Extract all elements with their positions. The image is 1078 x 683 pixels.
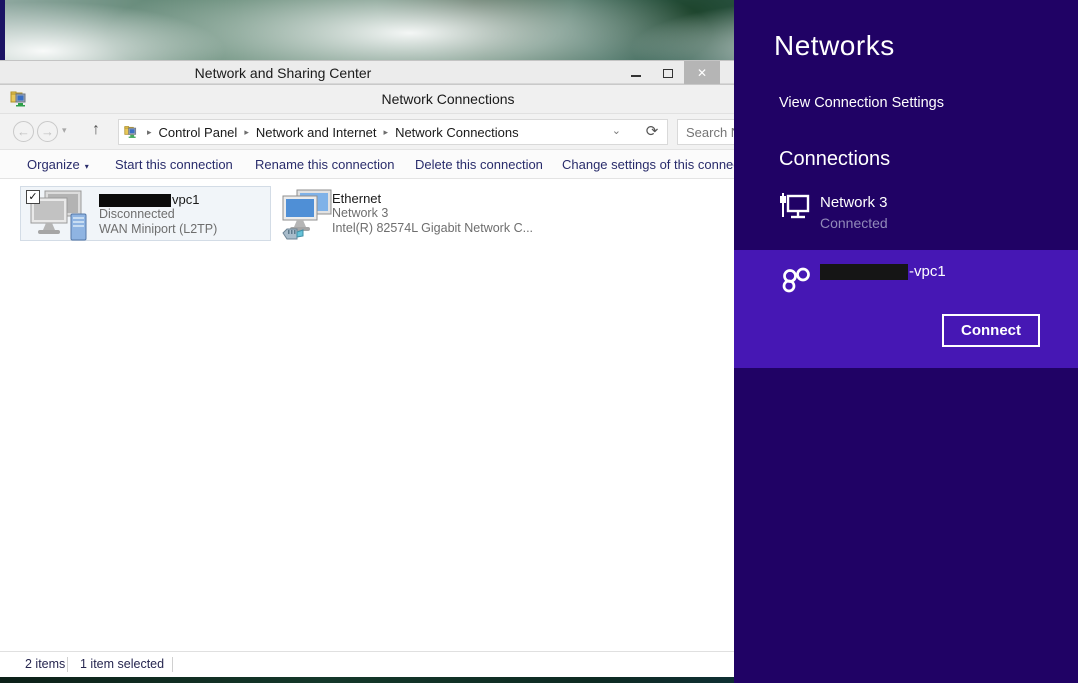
forward-button[interactable]: → (37, 121, 58, 142)
breadcrumb-network-and-internet[interactable]: Network and Internet (256, 125, 377, 140)
wired-network-icon (778, 192, 810, 222)
vpn-row-selected[interactable]: -vpc1 Connect (734, 250, 1078, 368)
network-folder-icon (10, 90, 28, 108)
connection-name: vpc1 (99, 192, 217, 207)
maximize-icon (663, 69, 673, 78)
back-button[interactable]: ← (13, 121, 34, 142)
connect-button[interactable]: Connect (942, 314, 1040, 347)
connection-name: Ethernet (332, 191, 533, 206)
crumb-separator-icon: ▸ (140, 127, 159, 138)
window-title: Network and Sharing Center (195, 65, 372, 81)
organize-menu[interactable]: Organize ▾ (27, 157, 89, 172)
selected-count: 1 item selected (80, 657, 164, 671)
caret-down-icon: ▾ (85, 162, 89, 171)
chevron-down-icon: ⌄ (612, 125, 621, 137)
redacted-text (99, 194, 171, 207)
window-title: Network Connections (381, 91, 514, 107)
ethernet-connection-icon (276, 186, 332, 241)
breadcrumb-network-connections[interactable]: Network Connections (395, 125, 519, 140)
redacted-text (820, 264, 908, 280)
connection-device: WAN Miniport (L2TP) (99, 222, 217, 237)
refresh-icon: ⟳ (646, 123, 659, 140)
change-settings-button[interactable]: Change settings of this connection (562, 157, 761, 172)
vpn-icon (778, 265, 814, 297)
back-icon: ← (17, 124, 30, 139)
crumb-separator-icon: ▸ (377, 127, 396, 138)
connection-status: Network 3 (332, 206, 533, 221)
organize-label: Organize (27, 157, 80, 172)
vpn-name: -vpc1 (820, 263, 946, 280)
vpn-connection-icon: ✓ (21, 187, 99, 240)
status-divider (67, 657, 68, 672)
network-name: Network 3 (820, 194, 888, 211)
desktop: Network and Sharing Center ✕ Network Con… (0, 0, 1078, 683)
minimize-button[interactable] (622, 61, 650, 84)
breadcrumb-control-panel[interactable]: Control Panel (159, 125, 238, 140)
rename-connection-button[interactable]: Rename this connection (255, 157, 394, 172)
close-button[interactable]: ✕ (684, 61, 720, 84)
start-connection-button[interactable]: Start this connection (115, 157, 233, 172)
close-icon: ✕ (697, 66, 707, 80)
address-dropdown[interactable]: ⌄ (612, 124, 621, 137)
panel-title: Networks (774, 30, 895, 62)
refresh-button[interactable]: ⟳ (637, 119, 668, 145)
view-connection-settings-link[interactable]: View Connection Settings (779, 95, 944, 111)
chevron-down-icon: ▾ (62, 125, 67, 135)
network-3-row[interactable]: Network 3 Connected (734, 188, 1078, 236)
connections-section-title: Connections (779, 148, 890, 171)
up-button[interactable]: ↑ (92, 121, 100, 139)
list-item-ethernet-connection[interactable]: Ethernet Network 3 Intel(R) 82574L Gigab… (276, 186, 534, 241)
list-item-vpn-connection[interactable]: ✓ vpc1 Disconnected WAN Miniport (L2TP) (20, 186, 271, 241)
forward-icon: → (41, 124, 54, 139)
item-count: 2 items (25, 657, 65, 671)
delete-connection-button[interactable]: Delete this connection (415, 157, 543, 172)
maximize-button[interactable] (654, 61, 682, 84)
networks-charm-panel: Networks View Connection Settings Connec… (734, 0, 1078, 683)
checkbox-checked[interactable]: ✓ (26, 190, 40, 204)
recent-pages-dropdown[interactable]: ▾ (62, 125, 67, 136)
status-divider (172, 657, 173, 672)
crumb-separator-icon: ▸ (237, 127, 256, 138)
network-status: Connected (820, 215, 888, 231)
background-window-edge (0, 0, 5, 60)
connection-status: Disconnected (99, 207, 217, 222)
check-icon: ✓ (28, 191, 37, 203)
connection-device: Intel(R) 82574L Gigabit Network C... (332, 221, 533, 236)
address-network-icon (124, 125, 138, 139)
up-arrow-icon: ↑ (92, 121, 100, 138)
breadcrumb[interactable]: ▸ Control Panel ▸ Network and Internet ▸… (118, 119, 668, 145)
minimize-icon (631, 75, 641, 77)
